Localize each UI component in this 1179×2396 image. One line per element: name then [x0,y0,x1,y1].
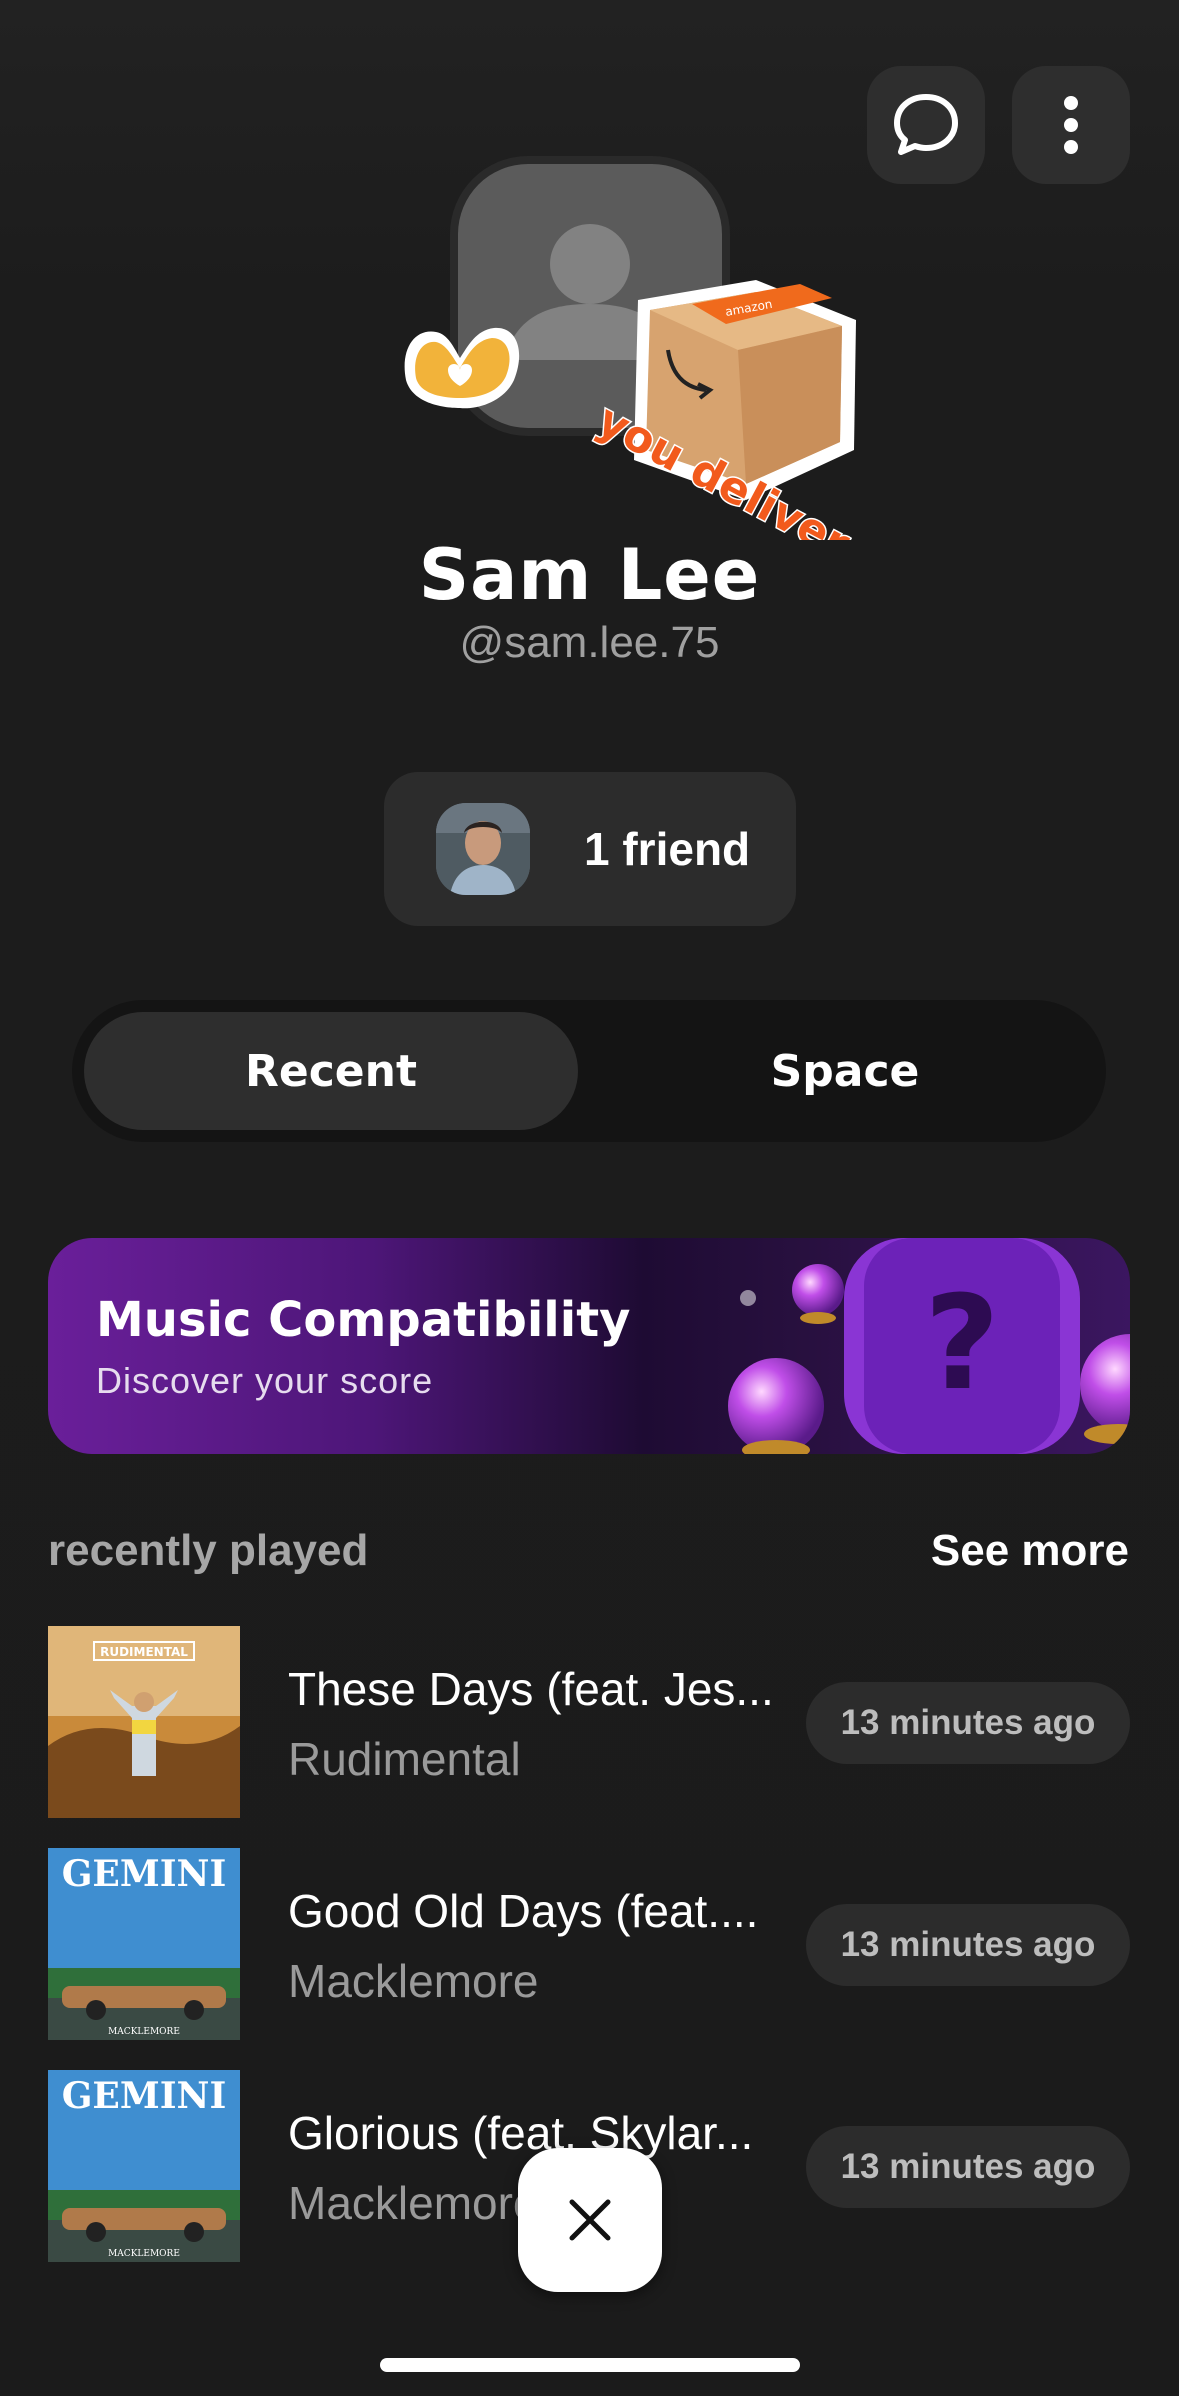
track-artist: Macklemore [288,2177,539,2229]
track-row[interactable]: RUDIMENTAL These Days (feat. Jes... Rudi… [48,1626,1130,1818]
more-vertical-icon [1064,96,1078,154]
music-compatibility-banner[interactable]: Music Compatibility Discover your score … [48,1238,1130,1454]
track-artist: Rudimental [288,1733,521,1785]
heart-hands-sticker [396,310,526,420]
banner-art-symbol: ? [924,1267,999,1419]
album-cover-text: GEMINI [62,2075,227,2117]
close-icon [569,2199,611,2241]
crystal-ball-art: ? [728,1238,1130,1454]
friend-avatar [436,803,530,895]
recently-played-title: recently played [48,1526,369,1575]
see-more-link[interactable]: See more [931,1526,1129,1576]
profile-handle: @sam.lee.75 [459,618,720,667]
banner-subtitle: Discover your score [96,1360,434,1401]
album-cover-text: RUDIMENTAL [100,1645,188,1659]
album-cover-subtext: MACKLEMORE [108,2249,180,2259]
album-cover: RUDIMENTAL [48,1626,240,1818]
you-delivered-sticker: amazon you delivered [586,280,913,600]
profile-name: Sam Lee [418,534,761,616]
chat-bubble-icon [894,94,958,155]
album-cover: GEMINI MACKLEMORE [48,1848,240,2040]
played-time-badge: 13 minutes ago [806,1904,1130,1986]
friends-count: 1 friend [584,823,751,875]
friends-button[interactable]: 1 friend [384,772,796,926]
banner-title: Music Compatibility [96,1292,631,1348]
album-cover-text: GEMINI [62,1853,227,1895]
track-artist: Macklemore [288,1955,539,2007]
chat-button[interactable] [867,66,985,184]
home-indicator [380,2358,800,2372]
more-options-button[interactable] [1012,66,1130,184]
played-time-badge: 13 minutes ago [806,2126,1130,2208]
played-time-badge: 13 minutes ago [806,1682,1130,1764]
tab-space[interactable]: Space [596,1012,1094,1130]
track-row[interactable]: GEMINI MACKLEMORE Good Old Days (feat...… [48,1848,1130,2040]
tab-recent[interactable]: Recent [84,1012,578,1130]
album-cover-subtext: MACKLEMORE [108,2027,180,2037]
track-title: Good Old Days (feat.... [288,1885,759,1937]
profile-tabs: Recent Space [72,1000,1106,1142]
album-cover: GEMINI MACKLEMORE [48,2070,240,2262]
track-title: These Days (feat. Jes... [288,1663,774,1715]
close-button[interactable] [518,2148,662,2292]
